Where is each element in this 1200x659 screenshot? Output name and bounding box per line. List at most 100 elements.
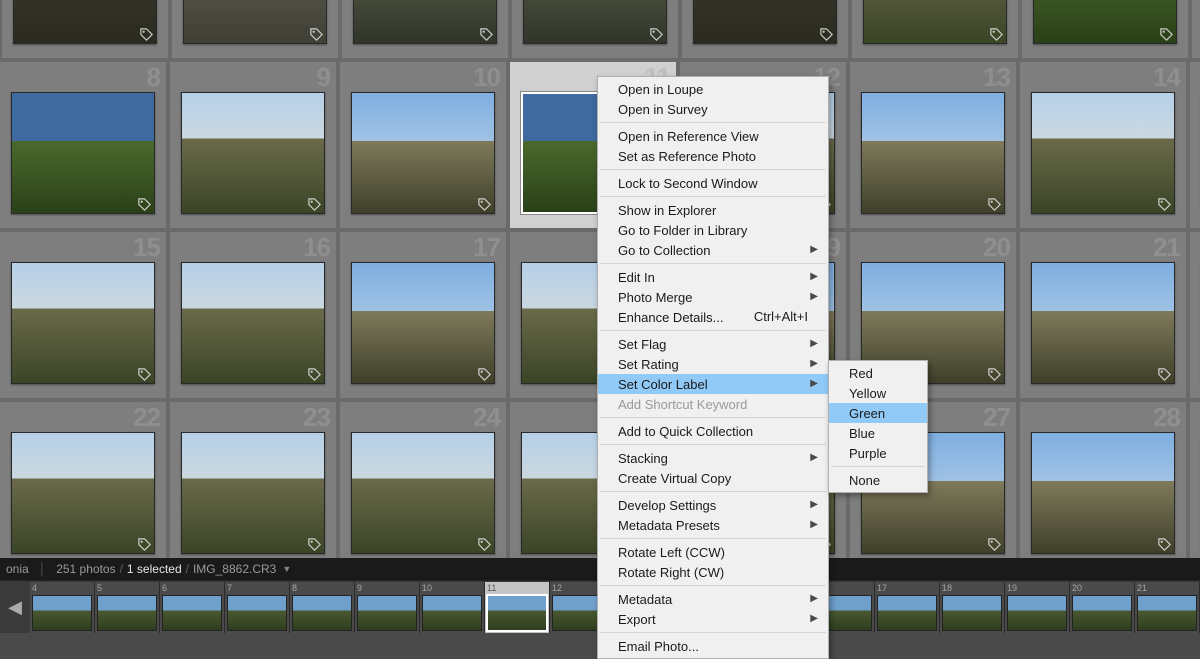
keyword-badge-icon[interactable] (649, 27, 664, 42)
keyword-badge-icon[interactable] (137, 197, 152, 212)
filmstrip-cell[interactable]: 6 (160, 582, 225, 633)
filmstrip-thumbnail[interactable] (32, 595, 92, 631)
grid-cell[interactable] (340, 0, 510, 60)
filmstrip-cell[interactable]: 11 (485, 582, 550, 633)
filmstrip-thumbnail[interactable] (1007, 595, 1067, 631)
thumbnail[interactable] (181, 92, 325, 214)
color-label-yellow[interactable]: Yellow (829, 383, 927, 403)
keyword-badge-icon[interactable] (989, 27, 1004, 42)
filmstrip-thumbnail[interactable] (1072, 595, 1132, 631)
filmstrip-thumbnail[interactable] (292, 595, 352, 631)
thumbnail[interactable] (1031, 92, 1175, 214)
grid-cell[interactable] (1188, 60, 1200, 230)
keyword-badge-icon[interactable] (137, 367, 152, 382)
menu-item-set-color-label[interactable]: Set Color Label▶ (598, 374, 828, 394)
thumbnail[interactable] (1031, 262, 1175, 384)
grid-cell[interactable]: 17 (338, 230, 508, 400)
keyword-badge-icon[interactable] (1157, 537, 1172, 552)
grid-cell[interactable]: 14 (1018, 60, 1188, 230)
grid-cell[interactable]: 15 (0, 230, 168, 400)
filmstrip-cell[interactable]: 4 (30, 582, 95, 633)
dropdown-arrow-icon[interactable]: ▼ (282, 564, 291, 574)
thumbnail[interactable] (861, 92, 1005, 214)
keyword-badge-icon[interactable] (309, 27, 324, 42)
filmstrip-cell[interactable]: 9 (355, 582, 420, 633)
thumbnail[interactable] (11, 432, 155, 554)
filmstrip-thumbnail[interactable] (357, 595, 417, 631)
grid-cell[interactable]: 24 (338, 400, 508, 570)
thumbnail[interactable] (1031, 432, 1175, 554)
menu-item-rotate-left-ccw[interactable]: Rotate Left (CCW) (598, 542, 828, 562)
filmstrip-cell[interactable]: 7 (225, 582, 290, 633)
filmstrip-thumbnail[interactable] (162, 595, 222, 631)
thumbnail[interactable] (13, 0, 157, 44)
thumbnail[interactable] (863, 0, 1007, 44)
keyword-badge-icon[interactable] (307, 197, 322, 212)
grid-cell[interactable] (170, 0, 340, 60)
filmstrip-thumbnail[interactable] (486, 594, 548, 632)
grid-cell[interactable]: 8 (0, 60, 168, 230)
thumbnail[interactable] (11, 92, 155, 214)
menu-item-rotate-right-cw[interactable]: Rotate Right (CW) (598, 562, 828, 582)
grid-cell[interactable] (850, 0, 1020, 60)
thumbnail[interactable] (693, 0, 837, 44)
keyword-badge-icon[interactable] (477, 537, 492, 552)
color-label-blue[interactable]: Blue (829, 423, 927, 443)
keyword-badge-icon[interactable] (477, 197, 492, 212)
grid-cell[interactable]: 16 (168, 230, 338, 400)
keyword-badge-icon[interactable] (1157, 197, 1172, 212)
color-label-none[interactable]: None (829, 470, 927, 490)
grid-cell[interactable]: 9 (168, 60, 338, 230)
grid-cell[interactable] (680, 0, 850, 60)
menu-item-lock-to-second-window[interactable]: Lock to Second Window (598, 173, 828, 193)
filmstrip-thumbnail[interactable] (1137, 595, 1197, 631)
thumbnail[interactable] (181, 432, 325, 554)
filmstrip-thumbnail[interactable] (422, 595, 482, 631)
grid-cell[interactable]: 21 (1018, 230, 1188, 400)
menu-item-enhance-details[interactable]: Enhance Details...Ctrl+Alt+I (598, 307, 828, 327)
keyword-badge-icon[interactable] (479, 27, 494, 42)
grid-cell[interactable] (1188, 230, 1200, 400)
menu-item-metadata-presets[interactable]: Metadata Presets▶ (598, 515, 828, 535)
menu-item-go-to-folder-in-library[interactable]: Go to Folder in Library (598, 220, 828, 240)
keyword-badge-icon[interactable] (307, 537, 322, 552)
menu-item-set-rating[interactable]: Set Rating▶ (598, 354, 828, 374)
filmstrip-thumbnail[interactable] (942, 595, 1002, 631)
grid-cell[interactable]: 10 (338, 60, 508, 230)
menu-item-email-photo[interactable]: Email Photo... (598, 636, 828, 656)
color-label-red[interactable]: Red (829, 363, 927, 383)
menu-item-add-to-quick-collection[interactable]: Add to Quick Collection (598, 421, 828, 441)
grid-cell[interactable]: 22 (0, 400, 168, 570)
menu-item-open-in-reference-view[interactable]: Open in Reference View (598, 126, 828, 146)
menu-item-open-in-loupe[interactable]: Open in Loupe (598, 79, 828, 99)
menu-item-metadata[interactable]: Metadata▶ (598, 589, 828, 609)
filmstrip-prev-arrow-icon[interactable]: ◀ (0, 582, 30, 633)
grid-cell[interactable]: 23 (168, 400, 338, 570)
keyword-badge-icon[interactable] (1159, 27, 1174, 42)
thumbnail[interactable] (183, 0, 327, 44)
filmstrip-thumbnail[interactable] (227, 595, 287, 631)
filmstrip-cell[interactable]: 18 (940, 582, 1005, 633)
menu-item-develop-settings[interactable]: Develop Settings▶ (598, 495, 828, 515)
keyword-badge-icon[interactable] (307, 367, 322, 382)
grid-cell[interactable]: 13 (848, 60, 1018, 230)
menu-item-open-in-survey[interactable]: Open in Survey (598, 99, 828, 119)
menu-item-show-in-explorer[interactable]: Show in Explorer (598, 200, 828, 220)
thumbnail[interactable] (11, 262, 155, 384)
keyword-badge-icon[interactable] (987, 367, 1002, 382)
grid-cell[interactable] (1020, 0, 1190, 60)
filmstrip-thumbnail[interactable] (877, 595, 937, 631)
filmstrip-cell[interactable]: 20 (1070, 582, 1135, 633)
thumbnail[interactable] (351, 432, 495, 554)
color-label-submenu[interactable]: RedYellowGreenBluePurpleNone (828, 360, 928, 493)
keyword-badge-icon[interactable] (1157, 367, 1172, 382)
keyword-badge-icon[interactable] (477, 367, 492, 382)
menu-item-export[interactable]: Export▶ (598, 609, 828, 629)
menu-item-edit-in[interactable]: Edit In▶ (598, 267, 828, 287)
grid-cell[interactable] (510, 0, 680, 60)
keyword-badge-icon[interactable] (139, 27, 154, 42)
filmstrip-cell[interactable]: 21 (1135, 582, 1200, 633)
filmstrip-cell[interactable]: 17 (875, 582, 940, 633)
filmstrip-cell[interactable]: 5 (95, 582, 160, 633)
thumbnail[interactable] (523, 0, 667, 44)
